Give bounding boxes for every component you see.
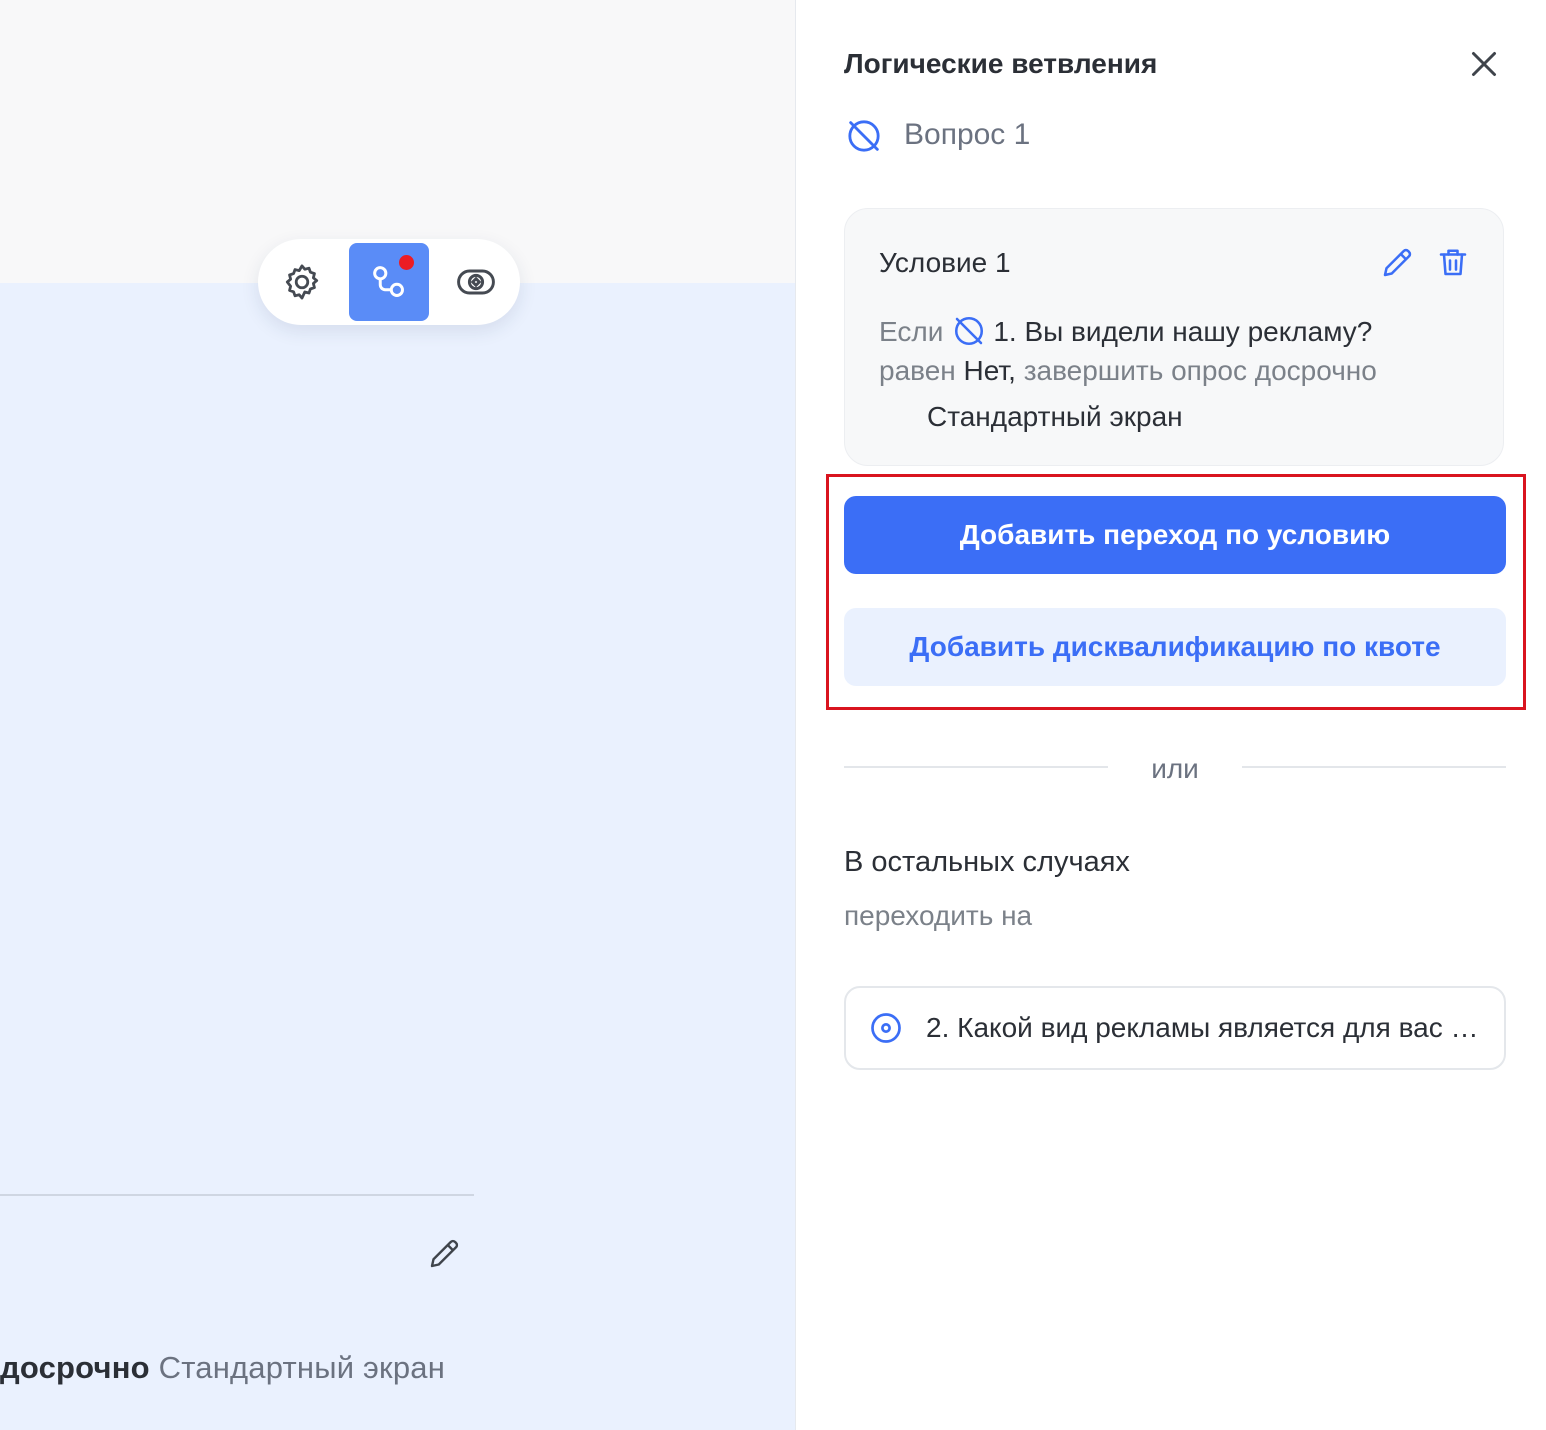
canvas-condition-text: досрочно Стандартный экран — [0, 1350, 445, 1386]
logic-branch-button[interactable] — [349, 243, 429, 321]
or-divider-right — [1242, 766, 1506, 768]
canvas-text-bold: досрочно — [0, 1350, 150, 1385]
condition-line-value: равен Нет, завершить опрос досрочно — [879, 355, 1377, 387]
question-toolbar — [258, 239, 520, 325]
otherwise-target-text: 2. Какой вид рекламы является для вас на… — [926, 1012, 1486, 1043]
otherwise-title: В остальных случаях — [844, 846, 1130, 878]
canvas-divider — [0, 1194, 474, 1196]
otherwise-target-select[interactable]: 2. Какой вид рекламы является для вас на… — [844, 986, 1506, 1070]
close-icon[interactable] — [1466, 46, 1502, 82]
condition-question: 1. Вы видели нашу рекламу? — [993, 316, 1373, 347]
otherwise-subtitle: переходить на — [844, 900, 1033, 931]
question-type-icon — [955, 316, 984, 346]
logic-panel: Логические ветвления Вопрос 1 Условие 1 … — [796, 0, 1546, 1430]
preview-button[interactable] — [436, 243, 516, 321]
survey-canvas: досрочно Стандартный экран — [0, 0, 795, 1430]
condition-screen: Стандартный экран — [927, 401, 1183, 432]
highlight-frame — [826, 474, 1526, 710]
question-type-icon — [848, 120, 880, 152]
edit-condition-icon[interactable] — [1379, 245, 1415, 281]
notification-badge — [399, 255, 414, 270]
question-label: Вопрос 1 — [904, 118, 1031, 151]
canvas-text-rest: Стандартный экран — [149, 1350, 446, 1385]
trash-icon[interactable] — [1435, 243, 1471, 281]
condition-card: Условие 1 Если 1. Вы видели нашу рекламу?… — [844, 208, 1504, 466]
condition-action: завершить опрос досрочно — [1023, 355, 1377, 386]
settings-button[interactable] — [262, 243, 342, 321]
pencil-icon[interactable] — [426, 1236, 462, 1272]
equals-label: равен — [879, 355, 956, 386]
condition-line-if: Если 1. Вы видели нашу рекламу? — [879, 313, 1372, 349]
or-divider-left — [844, 766, 1108, 768]
if-label: Если — [879, 316, 944, 347]
gear-icon — [285, 264, 319, 300]
condition-title: Условие 1 — [879, 247, 1011, 278]
or-label: или — [1151, 753, 1199, 784]
radio-question-icon — [871, 1013, 901, 1043]
eye-icon — [457, 269, 495, 295]
condition-value: Нет, — [963, 355, 1016, 386]
panel-title: Логические ветвления — [844, 48, 1158, 79]
